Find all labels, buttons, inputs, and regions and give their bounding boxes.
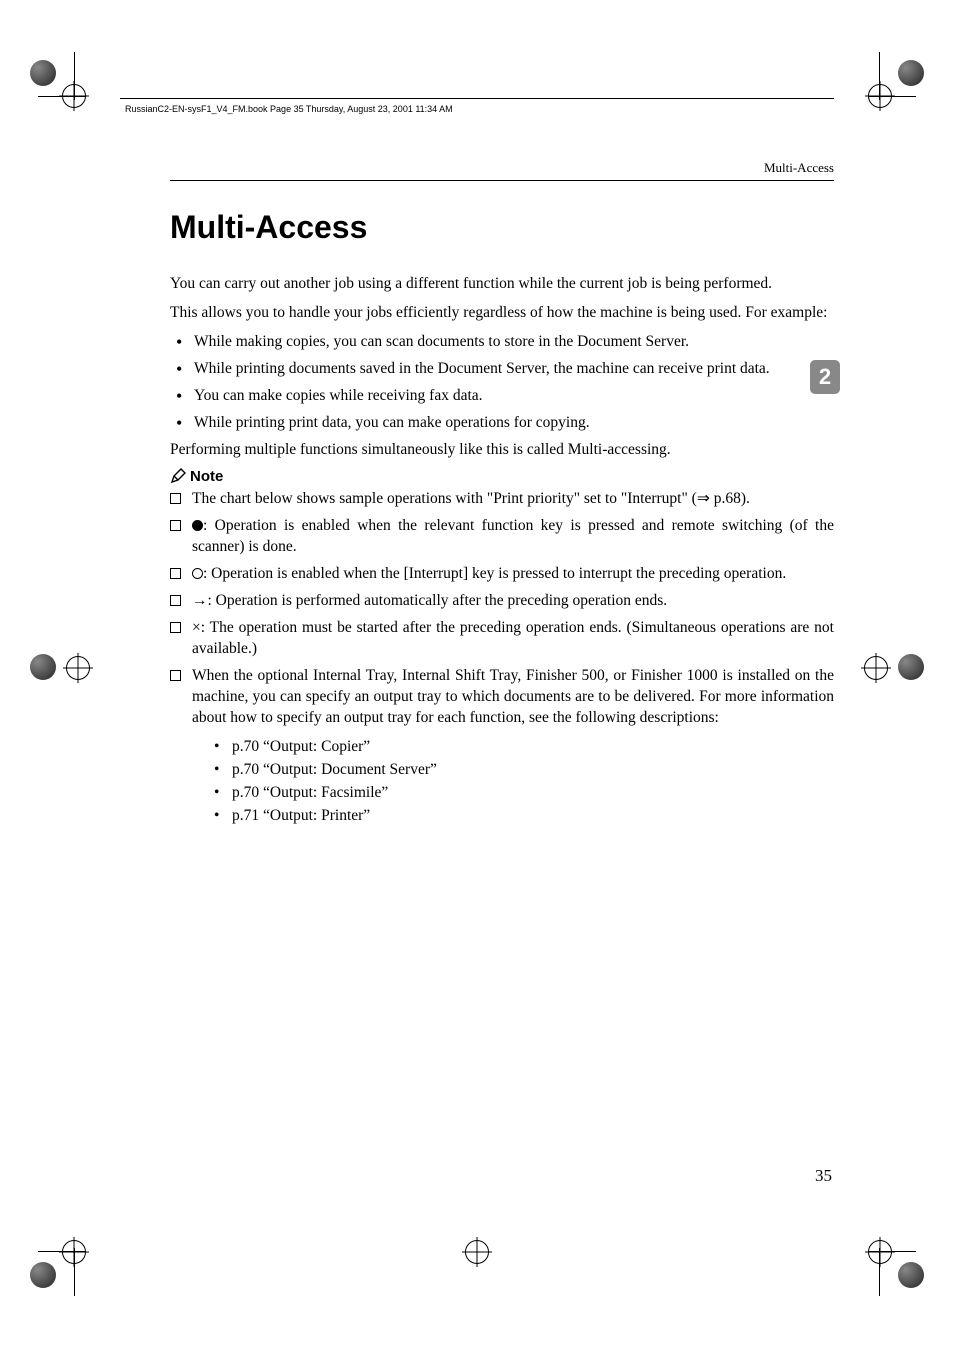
checkbox-icon: [170, 520, 181, 531]
closing-paragraph: Performing multiple functions simultaneo…: [170, 440, 834, 461]
note-text: →: Operation is performed automatically …: [192, 592, 667, 609]
crop-mark-bottom-right: [868, 1232, 924, 1288]
crop-mark-top-left: [30, 60, 86, 116]
checkbox-icon: [170, 568, 181, 579]
body-text: You can carry out another job using a di…: [170, 274, 834, 828]
intro-paragraph-1: You can carry out another job using a di…: [170, 274, 834, 295]
printmark-text: RussianC2-EN-sysF1_V4_FM.book Page 35 Th…: [125, 104, 453, 114]
note-item: : Operation is enabled when the [Interru…: [170, 564, 834, 585]
example-bullet: While making copies, you can scan docume…: [170, 332, 834, 353]
page-title: Multi-Access: [170, 209, 834, 246]
note-item: : Operation is enabled when the relevant…: [170, 516, 834, 558]
page-number: 35: [815, 1166, 832, 1186]
intro-paragraph-2: This allows you to handle your jobs effi…: [170, 303, 834, 324]
crop-mark-top-right: [868, 60, 924, 116]
output-subitem: p.71 “Output: Printer”: [214, 804, 834, 827]
pencil-icon: [170, 468, 186, 484]
note-text: : Operation is enabled when the relevant…: [192, 517, 834, 555]
note-heading: Note: [170, 468, 834, 485]
output-subitem: p.70 “Output: Facsimile”: [214, 781, 834, 804]
example-bullet-list: While making copies, you can scan docume…: [170, 332, 834, 434]
crop-mark-bottom-left: [30, 1232, 86, 1288]
note-item: ×: The operation must be started after t…: [170, 618, 834, 660]
checkbox-icon: [170, 670, 181, 681]
note-text: : Operation is enabled when the [Interru…: [203, 565, 786, 582]
checkbox-icon: [170, 595, 181, 606]
example-bullet: While printing print data, you can make …: [170, 413, 834, 434]
note-item: When the optional Internal Tray, Interna…: [170, 666, 834, 828]
note-item: →: Operation is performed automatically …: [170, 591, 834, 612]
crop-mark-mid-right: [868, 640, 924, 696]
note-item: The chart below shows sample operations …: [170, 489, 834, 510]
output-subitem: p.70 “Output: Document Server”: [214, 758, 834, 781]
note-list: The chart below shows sample operations …: [170, 489, 834, 827]
note-text: p.68).: [710, 490, 750, 507]
crop-mark-mid-left: [30, 640, 86, 696]
example-bullet: You can make copies while receiving fax …: [170, 386, 834, 407]
example-bullet: While printing documents saved in the Do…: [170, 359, 834, 380]
checkbox-icon: [170, 622, 181, 633]
crop-mark-bottom-center: [449, 1232, 505, 1288]
checkbox-icon: [170, 493, 181, 504]
note-text: ×: The operation must be started after t…: [192, 619, 834, 657]
hollow-dot-icon: [192, 568, 203, 579]
output-sublist: p.70 “Output: Copier” p.70 “Output: Docu…: [214, 735, 834, 828]
note-text: The chart below shows sample operations …: [192, 490, 697, 507]
note-text: When the optional Internal Tray, Interna…: [192, 667, 834, 726]
page-content: Multi-Access Multi-Access You can carry …: [170, 160, 834, 1198]
output-subitem: p.70 “Output: Copier”: [214, 735, 834, 758]
note-label: Note: [190, 468, 223, 485]
printmark-rule: [120, 98, 834, 99]
running-head: Multi-Access: [170, 160, 834, 181]
solid-dot-icon: [192, 520, 203, 531]
